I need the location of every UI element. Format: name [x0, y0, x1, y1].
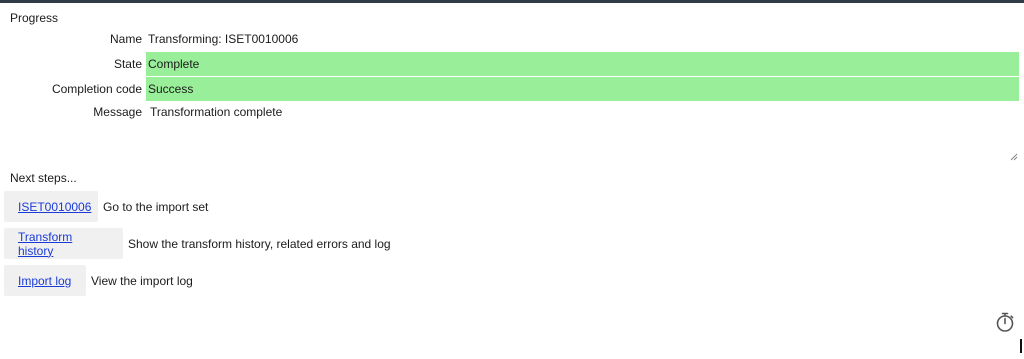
message-value: Transformation complete	[150, 105, 283, 119]
message-label: Message	[93, 105, 142, 119]
completion-code-row: Completion code Success	[0, 77, 1020, 101]
import-log-link[interactable]: Import log	[18, 274, 71, 288]
completion-code-label: Completion code	[51, 82, 142, 96]
import-set-link[interactable]: ISET0010006	[18, 200, 91, 214]
transform-history-description: Show the transform history, related erro…	[128, 237, 391, 251]
state-row: State Complete	[0, 52, 1020, 76]
name-row: Name Transforming: ISET0010006	[0, 27, 1020, 51]
stopwatch-icon[interactable]	[994, 311, 1016, 333]
name-value: Transforming: ISET0010006	[148, 32, 299, 46]
import-log-button[interactable]: Import log	[4, 265, 86, 296]
progress-section-title: Progress	[10, 11, 59, 25]
top-border	[0, 0, 1024, 3]
message-textarea[interactable]: Transformation complete	[146, 101, 1020, 163]
transform-history-button[interactable]: Transform history	[4, 228, 123, 259]
transform-history-link[interactable]: Transform history	[18, 230, 109, 258]
state-highlight	[146, 52, 1019, 76]
completion-code-highlight	[146, 77, 1019, 101]
state-value: Complete	[148, 57, 200, 71]
cursor-mark	[1020, 339, 1022, 353]
completion-code-value: Success	[148, 82, 194, 96]
import-set-description: Go to the import set	[103, 200, 209, 214]
name-label: Name	[109, 32, 142, 46]
import-log-description: View the import log	[91, 274, 193, 288]
next-steps-title: Next steps...	[10, 171, 77, 185]
resize-handle-icon[interactable]	[1010, 153, 1018, 161]
state-label: State	[113, 57, 142, 71]
import-set-button[interactable]: ISET0010006	[4, 191, 98, 222]
